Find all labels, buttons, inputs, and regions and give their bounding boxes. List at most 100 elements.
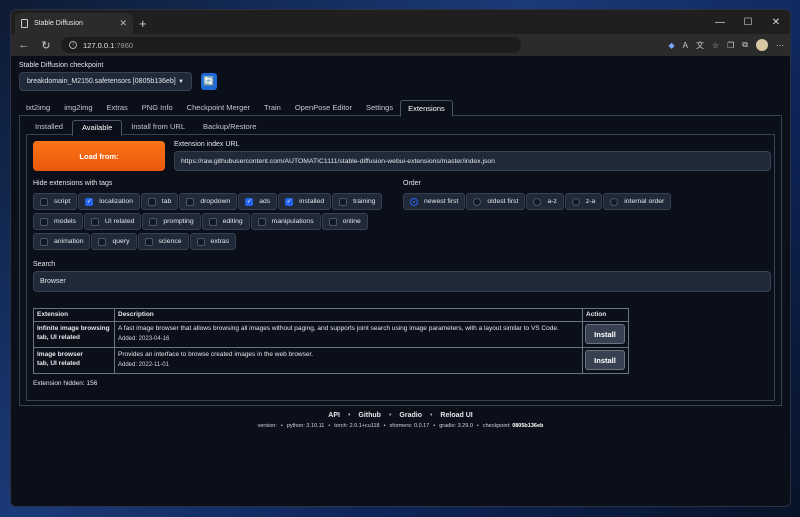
translate-icon[interactable]: 文	[696, 40, 704, 51]
tab-png-info[interactable]: PNG Info	[135, 100, 180, 115]
tab-extras[interactable]: Extras	[100, 100, 135, 115]
tab-installed[interactable]: Installed	[26, 120, 72, 134]
extensions-subtabs: Installed Available Install from URL Bac…	[26, 120, 775, 136]
collections-icon[interactable]: ❐	[727, 41, 734, 50]
tag-checkbox-extras[interactable]: extras	[189, 233, 237, 250]
info-icon[interactable]: i	[69, 41, 77, 49]
read-aloud-icon[interactable]: A	[683, 41, 688, 50]
tab-openpose-editor[interactable]: OpenPose Editor	[288, 100, 359, 115]
tab-checkpoint-merger[interactable]: Checkpoint Merger	[180, 100, 257, 115]
radio-selected-icon[interactable]	[410, 197, 418, 206]
extensions-table: Extension Description Action Infinite im…	[33, 308, 629, 374]
refresh-checkpoint-button[interactable]: 🔄	[201, 73, 217, 90]
install-button[interactable]: Install	[585, 350, 625, 370]
checkbox-icon[interactable]	[40, 197, 48, 206]
close-tab-icon[interactable]: ✕	[119, 18, 127, 29]
tag-checkbox-online[interactable]: online	[321, 213, 368, 230]
extension-name-link[interactable]: Image browser	[37, 350, 111, 359]
separator: •	[280, 423, 283, 429]
load-from-button[interactable]: Load from:	[33, 141, 165, 171]
browser-tab[interactable]: Stable Diffusion ✕	[15, 13, 133, 34]
tag-checkbox-ui-related[interactable]: UI related	[83, 213, 142, 230]
checkbox-checked-icon[interactable]: ✓	[285, 197, 294, 206]
radio-icon[interactable]	[533, 197, 542, 206]
tag-checkbox-editing[interactable]: editing	[201, 213, 250, 230]
checkbox-icon[interactable]	[40, 217, 48, 226]
checkbox-checked-icon[interactable]: ✓	[245, 197, 254, 206]
tag-checkbox-science[interactable]: science	[137, 233, 189, 250]
extension-name-link[interactable]: Infinite image browsing	[37, 324, 111, 333]
order-radio-internal-order[interactable]: internal order	[603, 193, 672, 210]
tag-checkbox-training[interactable]: training	[332, 193, 383, 210]
tag-checkbox-ads[interactable]: ✓ ads	[238, 193, 278, 210]
tab-txt2img[interactable]: txt2img	[19, 100, 57, 115]
tab-settings[interactable]: Settings	[359, 100, 400, 115]
tag-checkbox-models[interactable]: models	[33, 213, 83, 230]
separator: •	[328, 423, 331, 429]
order-radio-z-a[interactable]: z-a	[564, 193, 603, 210]
back-icon[interactable]: ←	[17, 39, 31, 51]
footer-link-github[interactable]: Github	[358, 412, 381, 419]
index-url-input[interactable]: https://raw.githubusercontent.com/AUTOMA…	[174, 151, 771, 171]
search-label: Search	[33, 261, 56, 268]
checkbox-icon[interactable]	[144, 237, 153, 246]
tag-checkbox-localization[interactable]: ✓ localization	[78, 193, 140, 210]
radio-icon[interactable]	[473, 197, 482, 206]
tag-checkbox-prompting[interactable]: prompting	[142, 213, 201, 230]
footer-link-gradio[interactable]: Gradio	[399, 412, 422, 419]
tab-install-from-url[interactable]: Install from URL	[122, 120, 194, 134]
tab-train[interactable]: Train	[257, 100, 288, 115]
checkbox-icon[interactable]	[208, 217, 217, 226]
tag-checkbox-query[interactable]: query	[91, 233, 137, 250]
extensions-icon[interactable]: ⧉	[742, 40, 748, 50]
checkbox-icon[interactable]	[339, 197, 348, 206]
reload-icon[interactable]: ↻	[39, 39, 53, 52]
favorite-icon[interactable]: ☆	[712, 41, 719, 50]
tag-checkbox-animation[interactable]: animation	[33, 233, 91, 250]
table-header-row: Extension Description Action	[33, 308, 629, 322]
tag-checkbox-manipulations[interactable]: manipulations	[250, 213, 321, 230]
checkbox-icon[interactable]	[98, 237, 107, 246]
profile-avatar[interactable]	[756, 39, 768, 51]
tab-extensions[interactable]: Extensions	[400, 100, 453, 117]
new-tab-icon[interactable]: +	[139, 17, 147, 31]
checkbox-icon[interactable]	[90, 217, 99, 226]
order-radio-oldest-first[interactable]: oldest first	[466, 193, 526, 210]
checkbox-icon[interactable]	[328, 217, 337, 226]
tag-checkbox-dropdown[interactable]: dropdown	[179, 193, 238, 210]
install-button[interactable]: Install	[585, 324, 625, 344]
checkbox-icon[interactable]	[149, 217, 158, 226]
order-radio-newest-first[interactable]: newest first	[403, 193, 466, 210]
radio-icon[interactable]	[571, 197, 580, 206]
tag-icon[interactable]: ◆	[668, 41, 674, 50]
close-window-icon[interactable]: ✕	[762, 10, 790, 34]
checkbox-checked-icon[interactable]: ✓	[85, 197, 94, 206]
url-field[interactable]: i 127.0.0.1:7860	[61, 37, 521, 53]
checkbox-icon[interactable]	[196, 237, 205, 246]
tab-available[interactable]: Available	[71, 120, 123, 136]
minimize-icon[interactable]: —	[706, 10, 734, 34]
checkbox-icon[interactable]	[147, 197, 156, 206]
tag-checkbox-script[interactable]: script	[33, 193, 78, 210]
footer-link-reload-ui[interactable]: Reload UI	[440, 412, 472, 419]
tab-backup-restore[interactable]: Backup/Restore	[194, 120, 265, 134]
menu-icon[interactable]: ⋯	[776, 41, 784, 50]
separator: •	[429, 412, 433, 419]
version-value[interactable]: 0805b136eb	[512, 423, 543, 429]
version-label: python:	[286, 423, 305, 429]
tag-checkbox-installed[interactable]: ✓ installed	[278, 193, 332, 210]
search-input[interactable]: Browser	[33, 271, 771, 292]
tag-checkbox-tab[interactable]: tab	[140, 193, 179, 210]
footer-link-api[interactable]: API	[328, 412, 340, 419]
order-radio-a-z[interactable]: a-z	[526, 193, 564, 210]
maximize-icon[interactable]: ☐	[734, 10, 762, 34]
checkbox-icon[interactable]	[257, 217, 266, 226]
checkpoint-dropdown[interactable]: breakdomain_M2150.safetensors [0805b136e…	[19, 72, 192, 91]
page-icon	[21, 19, 28, 28]
radio-icon[interactable]	[610, 197, 619, 206]
checkbox-icon[interactable]	[186, 197, 195, 206]
tab-img2img[interactable]: img2img	[57, 100, 99, 115]
checkbox-icon[interactable]	[40, 237, 48, 246]
version-value: 2.0.1+cu118	[349, 423, 380, 429]
separator: •	[383, 423, 386, 429]
